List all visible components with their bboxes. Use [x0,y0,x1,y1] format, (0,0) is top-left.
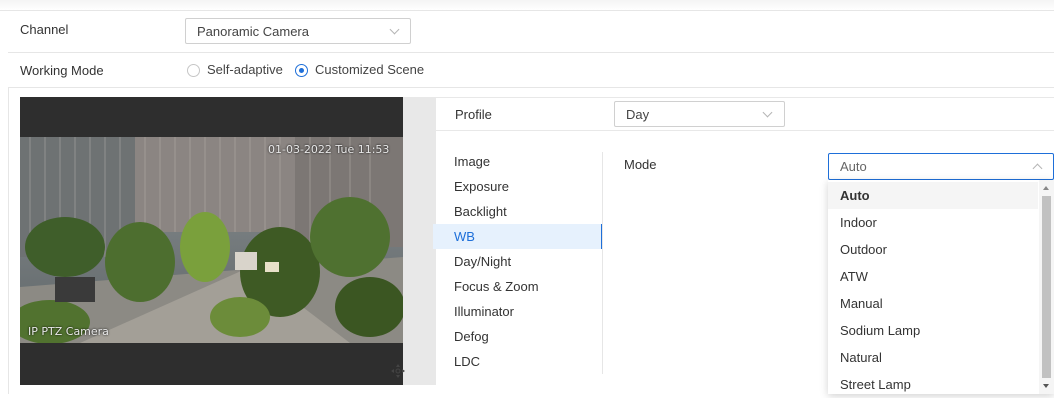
profile-label: Profile [455,107,492,122]
chevron-down-icon [389,24,400,35]
menu-item-ldc[interactable]: LDC [433,349,603,374]
mode-select[interactable]: Auto [828,153,1054,180]
option-atw[interactable]: ATW [828,263,1038,290]
mode-dropdown-list: Auto Indoor Outdoor ATW Manual Sodium La… [828,180,1054,394]
profile-select[interactable]: Day [614,101,785,127]
mode-select-value: Auto [840,159,867,174]
working-mode-label: Working Mode [20,63,104,78]
option-manual[interactable]: Manual [828,290,1038,317]
option-sodium-lamp[interactable]: Sodium Lamp [828,317,1038,344]
channel-label: Channel [20,22,69,37]
channel-select-value: Panoramic Camera [197,24,309,39]
option-outdoor[interactable]: Outdoor [828,236,1038,263]
scroll-up-icon[interactable] [1043,186,1049,190]
menu-divider [602,152,603,374]
osd-camera-name: IP PTZ Camera [28,325,109,338]
option-auto[interactable]: Auto [828,182,1038,209]
menu-item-illuminator[interactable]: Illuminator [433,299,603,324]
scroll-down-icon[interactable] [1043,384,1049,388]
radio-self-adaptive-label[interactable]: Self-adaptive [207,62,283,77]
profile-select-value: Day [626,107,650,122]
radio-customized-scene[interactable] [295,64,308,77]
channel-select[interactable]: Panoramic Camera [185,18,411,44]
dropdown-scrollbar[interactable] [1039,180,1054,394]
video-side-bar [403,97,436,385]
menu-item-focus-zoom[interactable]: Focus & Zoom [433,274,603,299]
menu-item-defog[interactable]: Defog [433,324,603,349]
menu-item-exposure[interactable]: Exposure [433,174,603,199]
radio-self-adaptive[interactable] [187,64,200,77]
option-natural[interactable]: Natural [828,344,1038,371]
video-preview: 01-03-2022 Tue 11:53 IP PTZ Camera [20,97,436,385]
option-indoor[interactable]: Indoor [828,209,1038,236]
menu-item-day-night[interactable]: Day/Night [433,249,603,274]
channel-row: Channel Panoramic Camera [8,10,1054,53]
scrollbar-thumb[interactable] [1042,196,1051,378]
radio-customized-scene-label[interactable]: Customized Scene [315,62,424,77]
profile-row: Profile Day [433,97,1054,131]
osd-time: 01-03-2022 Tue 11:53 [268,143,390,156]
move-arrows-icon[interactable] [391,364,405,378]
menu-item-image[interactable]: Image [433,149,603,174]
working-mode-row: Working Mode Self-adaptive Customized Sc… [8,53,1054,88]
camera-image: 01-03-2022 Tue 11:53 IP PTZ Camera [20,137,403,343]
menu-item-backlight[interactable]: Backlight [433,199,603,224]
chevron-down-icon [762,107,773,118]
menu-item-wb[interactable]: WB [433,224,603,249]
chevron-up-icon [1032,163,1043,174]
mode-label: Mode [624,157,657,172]
